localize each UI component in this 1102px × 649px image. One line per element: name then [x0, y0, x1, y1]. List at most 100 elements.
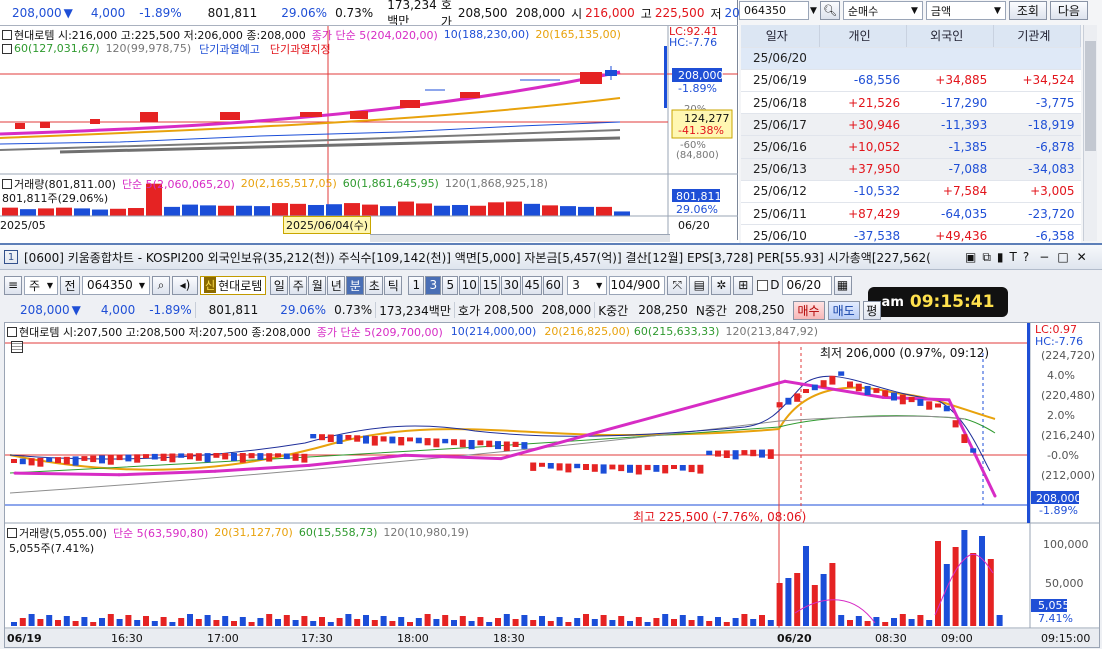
table-row[interactable]: 25/06/19 -68,556 +34,885 +34,524 [741, 69, 1081, 93]
period-tab-3[interactable]: 년 [327, 275, 346, 295]
save-icon[interactable]: ▤ [689, 275, 710, 295]
candle [609, 464, 616, 470]
price-points [13, 379, 997, 498]
interval-tab-5[interactable]: 30 [501, 275, 522, 295]
dropdown-arrow-icon[interactable]: ▼ [810, 6, 817, 16]
price-point [13, 471, 17, 475]
cell-institution: -18,919 [993, 113, 1081, 137]
window-maximize-icon[interactable]: □ [1057, 250, 1068, 264]
main-ma60: 60(215,633,33) [633, 325, 720, 338]
table-row[interactable]: 25/06/17 +30,946 -11,393 -18,919 [741, 113, 1081, 137]
investor-mode-select[interactable]: 순매수 ▼ [842, 1, 923, 20]
clock-time: 09:15:41 [909, 292, 995, 312]
scroll-thumb[interactable] [1085, 41, 1096, 151]
window-copy-icon[interactable]: ⧉ [982, 250, 991, 265]
avg-button[interactable]: 평 [862, 300, 881, 320]
table-row[interactable]: 25/06/18 +21,526 -17,290 -3,775 [741, 91, 1081, 115]
investor-next-button[interactable]: 다음 [1049, 1, 1088, 20]
period-tab-2[interactable]: 월 [308, 275, 327, 295]
top-scroll-controls[interactable] [370, 234, 670, 242]
main-ohlc: 현대로템 시:207,500 고:208,500 저:207,500 종:208… [19, 325, 311, 339]
candle [943, 405, 950, 412]
main-volume: 801,811 [208, 303, 259, 317]
volume-bar [750, 619, 757, 626]
candle [72, 456, 79, 466]
stock-code-input[interactable]: 064350 ▼ [82, 275, 150, 295]
candle [407, 437, 413, 442]
volume-bar [521, 615, 528, 626]
volume-bar [838, 615, 845, 626]
top-alert1: 단기과열예고 [199, 42, 260, 56]
table-row[interactable]: 25/06/20 [741, 47, 1081, 70]
window-close-icon[interactable]: ✕ [1077, 250, 1087, 264]
grid-toggle-icon[interactable]: ⊞ [733, 275, 754, 295]
table-row[interactable]: 25/06/12 -10,532 +7,584 +3,005 [741, 180, 1081, 204]
volume-bar [257, 618, 264, 626]
candle [662, 465, 669, 474]
table-row[interactable]: 25/06/13 +37,950 -7,088 -34,083 [741, 158, 1081, 181]
investor-query-button[interactable]: 조회 [1008, 1, 1047, 20]
x-axis-label: 16:30 [111, 632, 143, 645]
window-pin-icon[interactable]: ▮ [997, 250, 1004, 264]
volume-bar [327, 622, 334, 626]
table-row[interactable]: 25/06/16 +10,052 -1,385 -6,878 [741, 135, 1081, 159]
investor-code-input[interactable]: 064350 [739, 1, 809, 20]
period-tab-4[interactable]: 분 [346, 275, 365, 295]
interval-select[interactable]: 3 ▼ [567, 275, 608, 295]
volume-bar [591, 619, 598, 626]
interval-tab-1[interactable]: 3 [425, 275, 442, 295]
candle [90, 455, 97, 463]
volume-bar [301, 616, 308, 626]
period-tab-5[interactable]: 초 [365, 275, 384, 295]
prev-button[interactable]: 전 [60, 275, 80, 295]
interval-tab-6[interactable]: 45 [522, 275, 543, 295]
investor-search-button[interactable]: 🔍︎ [819, 1, 840, 20]
volume-bar [362, 204, 378, 216]
x-axis-label: 09:15:00 [1041, 632, 1091, 645]
top-vol-ma20: 20(2,165,517,05) [240, 177, 337, 190]
window-help-icon[interactable]: ? [1023, 250, 1029, 264]
chart-type-select[interactable]: 주 ▼ [24, 275, 58, 295]
volume-bar [424, 614, 431, 626]
window-minimize-icon[interactable]: − [1039, 250, 1049, 264]
chart-menu-icon[interactable]: ≡ [4, 275, 22, 295]
interval-tab-0[interactable]: 1 [408, 275, 425, 295]
interval-tab-3[interactable]: 10 [459, 275, 480, 295]
calendar-icon[interactable]: ▦ [833, 275, 852, 295]
volume-bar [344, 203, 360, 216]
table-row[interactable]: 25/06/11 +87,429 -64,035 -23,720 [741, 202, 1081, 226]
stock-name[interactable]: 신 현대로템 [200, 275, 267, 295]
code-search-button[interactable]: ⌕ [152, 275, 170, 295]
buy-button[interactable]: 매수 [792, 300, 825, 320]
top-ohlc-legend: 현대로템 시:216,000 고:225,500 저:206,000 종:208… [0, 28, 621, 42]
settings-icon[interactable]: ✲ [711, 275, 732, 295]
investor-scrollbar[interactable] [1083, 25, 1097, 241]
period-tab-0[interactable]: 일 [270, 275, 289, 295]
sound-button[interactable]: ◂) [172, 275, 198, 295]
interval-tab-7[interactable]: 60 [543, 275, 564, 295]
main-quote-bar: 208,000 ▼ 4,000 -1.89% 801,811 29.06% 0.… [4, 300, 881, 320]
date-checkbox[interactable] [757, 279, 769, 291]
chart-tool-icon[interactable]: ⤧ [667, 275, 688, 295]
interval-tab-4[interactable]: 15 [480, 275, 501, 295]
down-arrow-icon: ▼ [63, 6, 73, 20]
volume-bar [864, 621, 871, 626]
window-tool-icon[interactable]: T [1010, 250, 1017, 264]
top-ma-legend: 60(127,031,67) 120(99,978,75) 단기과열예고 단기과… [0, 42, 331, 56]
count-field[interactable]: 104/900 [609, 275, 666, 295]
top-cross-pct: -41.38% [678, 124, 724, 137]
top-ma20: 20(165,135,00) [535, 28, 621, 41]
investor-unit-select[interactable]: 금액 ▼ [925, 1, 1006, 20]
window-layout-icon[interactable]: ▣ [965, 250, 976, 264]
date-field[interactable]: 06/20 [781, 275, 832, 295]
candle [811, 384, 818, 391]
sell-button[interactable]: 매도 [827, 300, 860, 320]
candle [55, 457, 61, 464]
volume-bar [204, 615, 211, 626]
volume-bar [547, 621, 554, 626]
period-tab-1[interactable]: 주 [289, 275, 308, 295]
interval-tab-2[interactable]: 5 [442, 275, 459, 295]
volume-bar [11, 622, 17, 626]
main-vol-ma5: 단순 5(63,590,80) [112, 526, 209, 540]
period-tab-6[interactable]: 틱 [384, 275, 403, 295]
